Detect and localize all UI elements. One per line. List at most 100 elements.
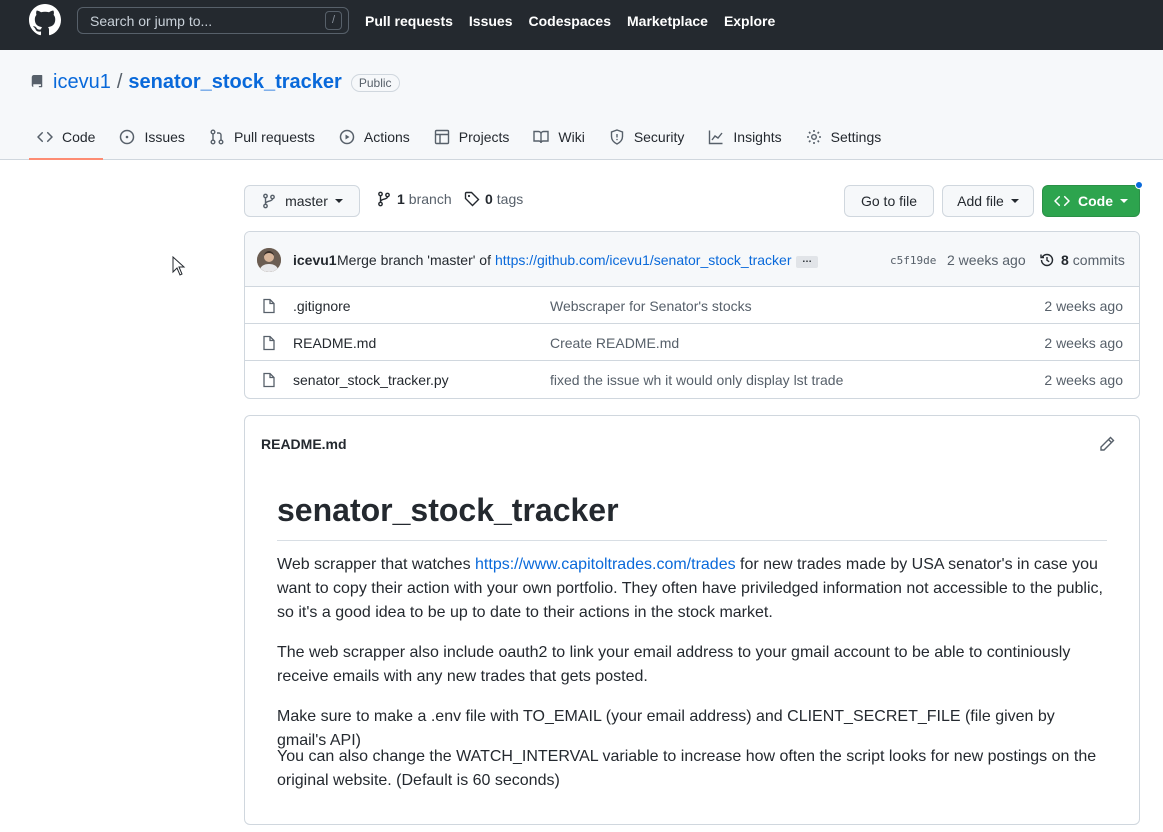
nav-issues[interactable]: Issues <box>469 13 513 29</box>
branch-label: branch <box>408 191 452 207</box>
file-commit-message[interactable]: Create README.md <box>550 335 679 351</box>
branches-link[interactable]: 1 branch <box>376 191 452 207</box>
avatar[interactable] <box>257 248 281 272</box>
tab-actions-label: Actions <box>363 129 410 145</box>
capitoltrades-link[interactable]: https://www.capitoltrades.com/trades <box>475 556 736 573</box>
file-row: README.md Create README.md 2 weeks ago <box>245 324 1139 361</box>
commit-count: 8 <box>1061 252 1069 268</box>
graph-icon <box>709 130 723 145</box>
file-icon <box>263 298 275 314</box>
shield-icon <box>610 129 624 145</box>
commit-message[interactable]: Merge branch 'master' of <box>337 252 491 268</box>
tab-issues[interactable]: Issues <box>111 120 192 154</box>
global-nav: Pull requests Issues Codespaces Marketpl… <box>365 13 791 29</box>
chevron-down-icon <box>1010 199 1019 203</box>
tab-wiki-label: Wiki <box>558 129 585 145</box>
commit-sha-link[interactable]: c5f19de <box>890 254 936 267</box>
pull-request-icon <box>210 129 224 145</box>
code-icon <box>1054 195 1070 207</box>
file-commit-message[interactable]: fixed the issue wh it would only display… <box>550 372 843 388</box>
table-icon <box>434 129 449 145</box>
tab-pull-requests-label: Pull requests <box>233 129 315 145</box>
tag-label: tags <box>496 191 524 207</box>
tab-code[interactable]: Code <box>29 120 104 160</box>
book-icon <box>533 130 550 144</box>
file-commit-time: 2 weeks ago <box>1044 298 1123 314</box>
visibility-badge: Public <box>350 73 400 92</box>
readme-text: Web scrapper that watches <box>277 556 476 573</box>
commit-author-link[interactable]: icevu1 <box>293 252 337 268</box>
file-commit-time: 2 weeks ago <box>1044 335 1123 351</box>
file-row: senator_stock_tracker.py fixed the issue… <box>245 361 1139 398</box>
tab-insights-label: Insights <box>733 129 782 145</box>
commit-time: 2 weeks ago <box>947 252 1026 268</box>
chevron-down-icon <box>334 199 343 203</box>
mouse-pointer-icon <box>172 256 186 276</box>
nav-marketplace[interactable]: Marketplace <box>627 13 708 29</box>
tab-security-label: Security <box>633 129 685 145</box>
add-file-label: Add file <box>957 193 1004 209</box>
file-icon <box>263 335 275 351</box>
file-commit-time: 2 weeks ago <box>1044 372 1123 388</box>
expand-commit-button[interactable]: … <box>796 255 818 268</box>
file-row: .gitignore Webscraper for Senator's stoc… <box>245 287 1139 324</box>
tab-insights[interactable]: Insights <box>700 120 789 154</box>
branch-icon <box>263 193 275 209</box>
commit-count-label: commits <box>1072 252 1125 268</box>
repo-owner-link[interactable]: icevu1 <box>53 71 111 94</box>
readme-title: senator_stock_tracker <box>277 490 1107 541</box>
chevron-down-icon <box>1120 199 1128 203</box>
code-button-label: Code <box>1078 193 1113 209</box>
search-placeholder: Search or jump to... <box>90 13 213 29</box>
readme-paragraph: The web scrapper also include oauth2 to … <box>277 644 1071 685</box>
tab-wiki[interactable]: Wiki <box>525 120 592 154</box>
file-commit-message[interactable]: Webscraper for Senator's stocks <box>550 298 752 314</box>
repo-header: icevu1 / senator_stock_tracker Public Co… <box>0 50 1163 160</box>
tab-settings[interactable]: Settings <box>798 120 890 154</box>
notification-dot <box>1135 181 1143 189</box>
tab-actions[interactable]: Actions <box>331 120 418 154</box>
go-to-file-button[interactable]: Go to file <box>844 185 934 217</box>
readme-paragraph: Web scrapper that watches https://www.ca… <box>277 553 1107 625</box>
repo-title-separator: / <box>116 71 123 93</box>
issue-icon <box>120 129 135 145</box>
tab-issues-label: Issues <box>144 129 185 145</box>
commit-message-link[interactable]: https://github.com/icevu1/senator_stock_… <box>495 252 791 268</box>
branch-count: 1 <box>397 191 405 207</box>
add-file-button[interactable]: Add file <box>942 185 1034 217</box>
code-button[interactable]: Code <box>1042 181 1143 217</box>
repo-icon <box>31 75 43 88</box>
branch-name: master <box>285 193 328 209</box>
tab-projects-label: Projects <box>458 129 510 145</box>
tab-security[interactable]: Security <box>601 120 693 154</box>
tags-link[interactable]: 0 tags <box>464 191 523 207</box>
code-icon <box>37 131 53 143</box>
readme-paragraph: You can also change the WATCH_INTERVAL v… <box>277 748 1097 789</box>
file-name-link[interactable]: senator_stock_tracker.py <box>293 372 449 388</box>
search-input[interactable]: Search or jump to... / <box>77 7 349 34</box>
tab-pull-requests[interactable]: Pull requests <box>201 120 323 154</box>
nav-explore[interactable]: Explore <box>724 13 775 29</box>
global-header: Search or jump to... / Pull requests Iss… <box>0 0 1163 50</box>
branch-select-button[interactable]: master <box>244 185 360 217</box>
branch-icon <box>378 191 390 207</box>
latest-commit-bar: icevu1 Merge branch 'master' of https://… <box>245 232 1139 287</box>
pencil-icon[interactable] <box>1099 436 1115 452</box>
file-name-link[interactable]: README.md <box>293 335 376 351</box>
nav-codespaces[interactable]: Codespaces <box>529 13 611 29</box>
commits-history-link[interactable]: 8 commits <box>1039 252 1125 268</box>
file-name-link[interactable]: .gitignore <box>293 298 351 314</box>
gear-icon <box>806 130 821 144</box>
github-logo-icon[interactable] <box>29 4 61 36</box>
file-icon <box>263 372 275 388</box>
readme-filename: README.md <box>261 436 347 452</box>
slash-shortcut-hint: / <box>325 11 342 30</box>
repo-tabs: Code Issues Pull requests Actions Projec… <box>29 120 897 160</box>
nav-pull-requests[interactable]: Pull requests <box>365 13 453 29</box>
repo-title: icevu1 / senator_stock_tracker Public <box>53 71 400 94</box>
repo-name-link[interactable]: senator_stock_tracker <box>128 71 341 94</box>
tag-icon <box>464 191 480 207</box>
file-listing: icevu1 Merge branch 'master' of https://… <box>244 231 1140 399</box>
tab-projects[interactable]: Projects <box>426 120 518 154</box>
history-icon <box>1040 253 1054 267</box>
